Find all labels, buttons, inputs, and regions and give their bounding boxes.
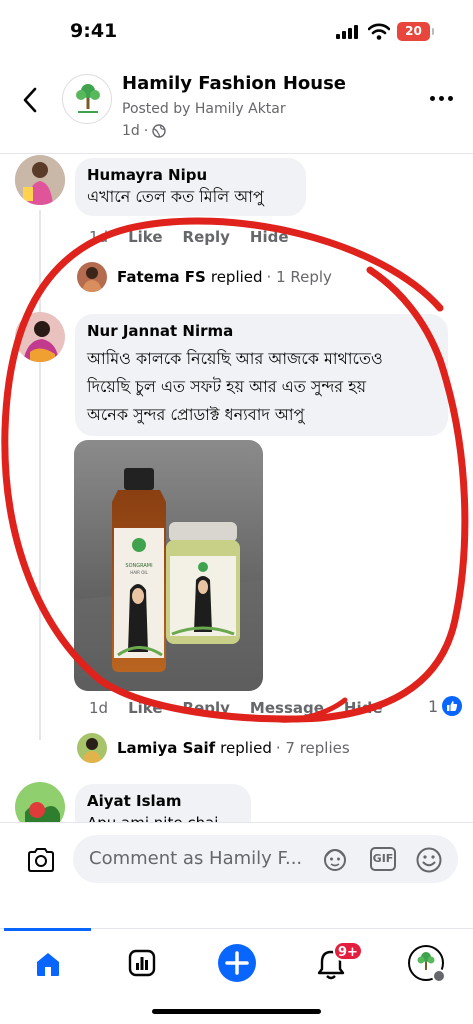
- commenter-avatar[interactable]: [15, 155, 65, 205]
- comment-bubble: Humayra Nipu এখানে তেল কত মিলি আপু: [75, 158, 306, 216]
- home-indicator: [152, 1009, 321, 1014]
- reply-count: · 1 Reply: [266, 268, 332, 286]
- cellular-signal-icon: [336, 25, 358, 39]
- hide-button[interactable]: Hide: [250, 228, 289, 246]
- tree-logo-icon: [76, 84, 100, 113]
- comment-placeholder: Comment as Hamily F...: [89, 848, 303, 869]
- posted-by: Posted by Hamily Aktar: [122, 101, 286, 117]
- reply-button[interactable]: Reply: [183, 228, 230, 246]
- dashboard-icon[interactable]: [127, 948, 157, 978]
- bottle-label: SONGRAMI: [125, 563, 152, 569]
- like-button[interactable]: Like: [128, 699, 162, 717]
- comment-text-line: দিয়েছি চুল এত সফট হয় আর এত সুন্দর হয়: [87, 377, 367, 396]
- menu-badge-icon: [432, 969, 446, 983]
- globe-icon: [152, 124, 166, 138]
- replier-name: Lamiya Saif: [117, 739, 216, 757]
- reaction-summary[interactable]: 1: [428, 696, 463, 716]
- post-meta: 1d ·: [122, 123, 166, 139]
- gif-label: GIF: [372, 852, 394, 865]
- post-header: Hamily Fashion House Posted by Hamily Ak…: [0, 62, 473, 154]
- thread-line: [39, 210, 41, 740]
- post-time: 1d: [122, 123, 140, 139]
- view-replies-link[interactable]: Lamiya Saif replied · 7 replies: [77, 733, 350, 763]
- comment-text: এখানে তেল কত মিলি আপু: [87, 187, 264, 206]
- back-arrow-icon[interactable]: [20, 86, 40, 114]
- comment-author[interactable]: Humayra Nipu: [87, 166, 294, 185]
- comment-text-line: আমিও কালকে নিয়েছি আর আজকে মাথাতেও: [87, 349, 383, 368]
- replier-name: Fatema FS: [117, 268, 206, 286]
- reply-count: · 7 replies: [275, 739, 350, 757]
- comment-time: 1d: [89, 228, 109, 246]
- more-options-icon[interactable]: [430, 96, 453, 101]
- battery-indicator: 20: [397, 22, 434, 41]
- meta-separator: ·: [143, 123, 149, 139]
- camera-icon[interactable]: [26, 847, 56, 873]
- like-button[interactable]: Like: [128, 228, 162, 246]
- comment-composer: Comment as Hamily F... GIF: [0, 822, 473, 900]
- message-button[interactable]: Message: [250, 699, 324, 717]
- comment-actions: 1d Like Reply Message Hide: [89, 699, 383, 717]
- profile-menu-avatar[interactable]: [408, 945, 446, 983]
- replied-label: replied: [220, 739, 272, 757]
- create-post-icon[interactable]: [217, 943, 257, 983]
- comment-actions: 1d Like Reply Hide: [89, 228, 289, 246]
- comment-text-line: অনেক সুন্দর প্রোডাক্ট ধন্যবাদ আপু: [87, 405, 305, 424]
- status-time: 9:41: [70, 20, 118, 42]
- page-name[interactable]: Hamily Fashion House: [122, 73, 346, 94]
- comment-author[interactable]: Aiyat Islam: [87, 792, 239, 811]
- replier-avatar: [77, 262, 107, 292]
- comment-time: 1d: [89, 699, 109, 717]
- notification-badge: 9+: [333, 941, 363, 961]
- commenter-avatar[interactable]: [15, 312, 65, 362]
- replied-label: replied: [210, 268, 263, 286]
- notification-count: 9+: [338, 945, 358, 960]
- comment-author[interactable]: Nur Jannat Nirma: [87, 322, 436, 341]
- view-replies-link[interactable]: Fatema FS replied · 1 Reply: [77, 262, 332, 292]
- comment-input[interactable]: Comment as Hamily F... GIF: [73, 835, 458, 883]
- replier-avatar: [77, 733, 107, 763]
- page-logo[interactable]: [62, 74, 112, 124]
- comment-bubble: Nur Jannat Nirma আমিও কালকে নিয়েছি আর আ…: [75, 314, 448, 436]
- emoji-icon[interactable]: [415, 846, 443, 874]
- status-bar: 9:41 20: [0, 0, 473, 62]
- reply-button[interactable]: Reply: [183, 699, 230, 717]
- wifi-icon: [368, 23, 390, 40]
- active-tab-indicator: [4, 928, 91, 931]
- hide-button[interactable]: Hide: [344, 699, 383, 717]
- like-reaction-icon: [442, 696, 463, 716]
- reaction-count: 1: [428, 696, 439, 716]
- gif-button[interactable]: GIF: [370, 847, 396, 871]
- avatar-sticker-icon[interactable]: [321, 846, 349, 872]
- comment-photo[interactable]: SONGRAMI HAIR OIL: [74, 440, 263, 691]
- svg-text:HAIR OIL: HAIR OIL: [130, 570, 148, 575]
- home-icon[interactable]: [33, 949, 63, 979]
